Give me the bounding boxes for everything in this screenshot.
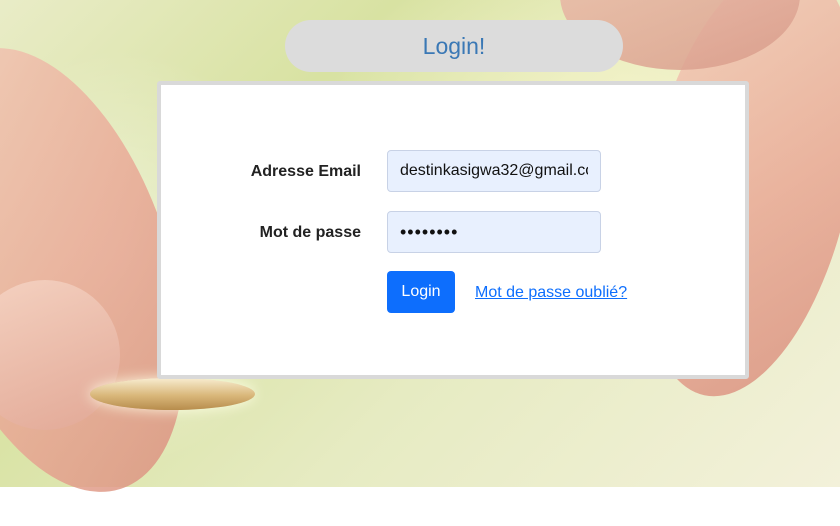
password-label: Mot de passe (259, 224, 361, 241)
login-card: Adresse Email Mot de passe Login Mot de … (157, 81, 749, 379)
background-coin (90, 378, 255, 410)
email-label: Adresse Email (250, 163, 361, 180)
forgot-password-link[interactable]: Mot de passe oublié? (475, 284, 627, 302)
login-button[interactable]: Login (387, 271, 455, 313)
page-title: Login! (285, 20, 623, 72)
password-field[interactable] (387, 211, 601, 253)
email-field[interactable] (387, 150, 601, 192)
